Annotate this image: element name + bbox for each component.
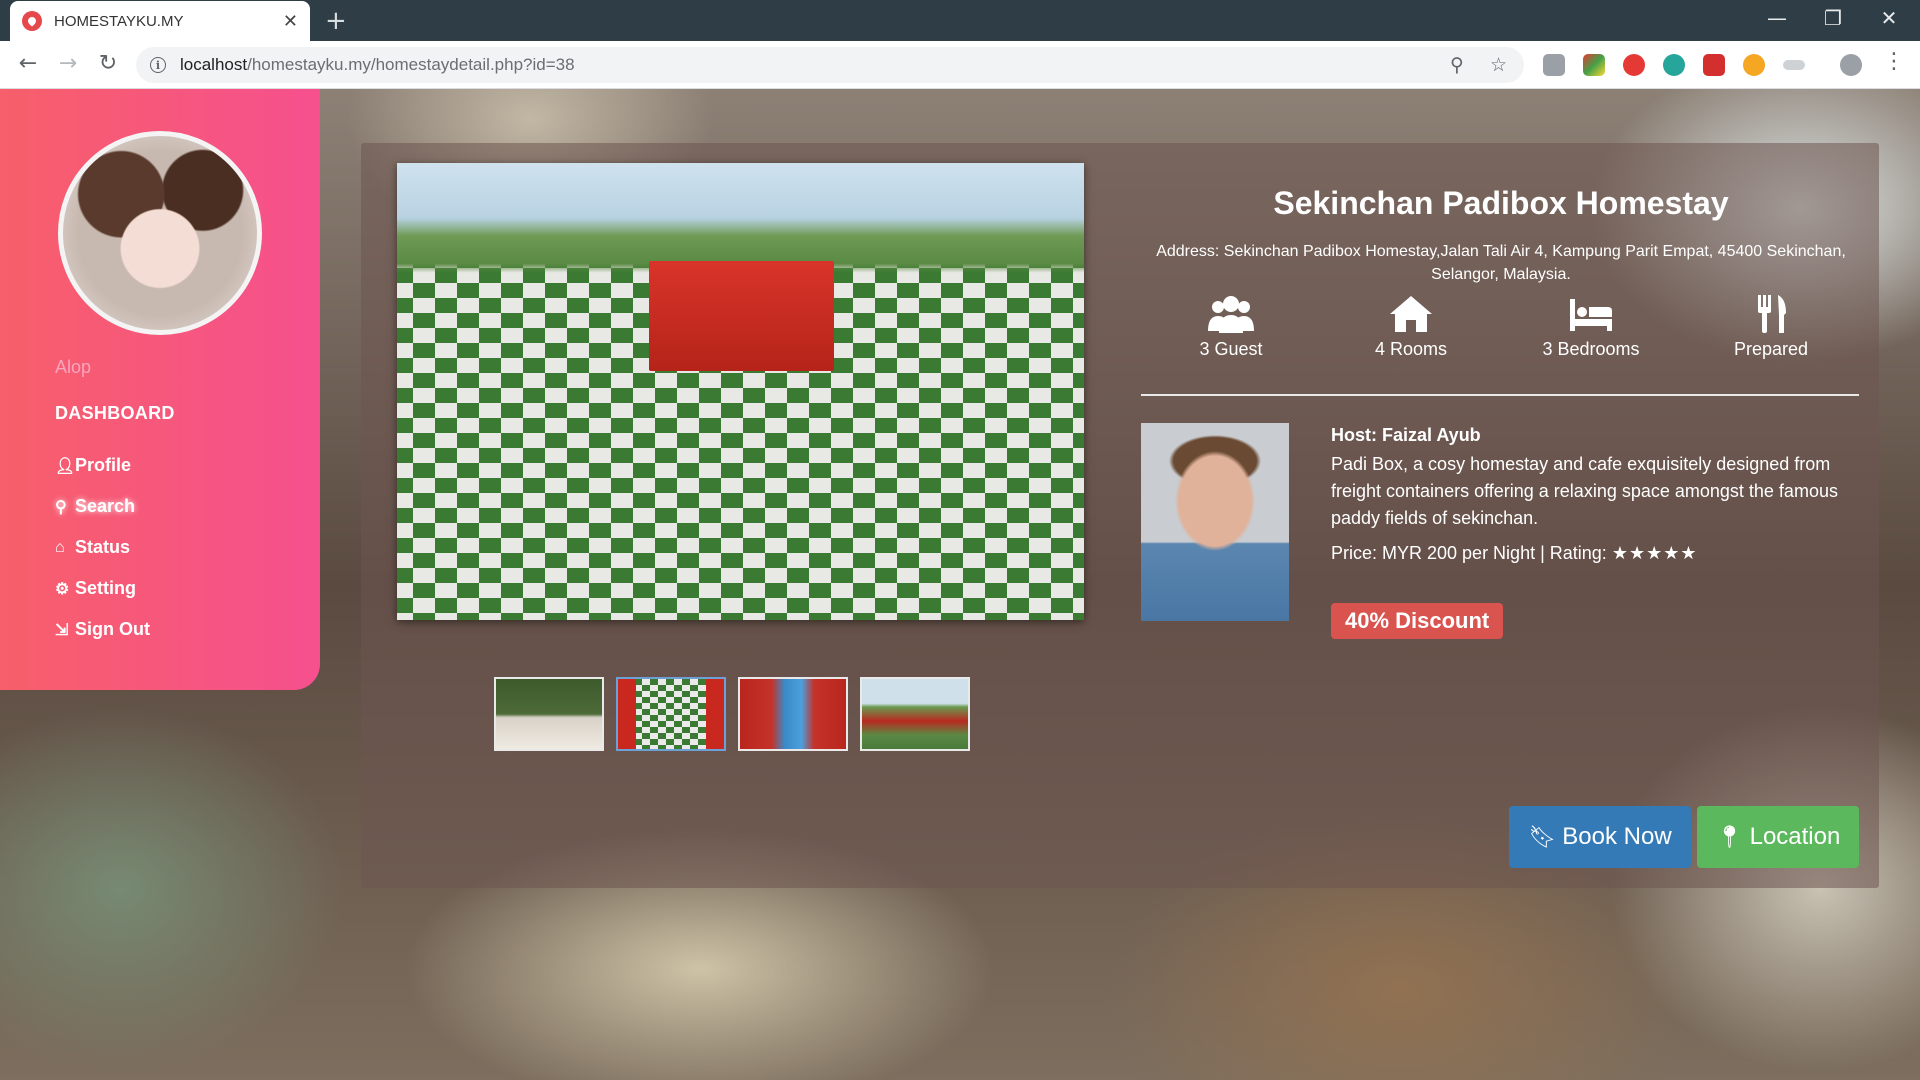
home-icon bbox=[1390, 296, 1432, 332]
profile-avatar-icon[interactable] bbox=[1840, 54, 1862, 76]
main-photo bbox=[397, 163, 1084, 620]
rating-stars-icon: ★★★★★ bbox=[1611, 543, 1698, 563]
extension-icon[interactable] bbox=[1783, 60, 1805, 70]
feature-label: Prepared bbox=[1733, 339, 1809, 359]
feature-bedrooms: 3 Bedrooms bbox=[1501, 293, 1681, 360]
homestay-detail-card: Sekinchan Padibox Homestay Address: Seki… bbox=[361, 143, 1879, 888]
zoom-icon[interactable]: ⚲ bbox=[1450, 54, 1464, 76]
feature-row: 3 Guest 4 Rooms 3 Bedrooms Prepared bbox=[1141, 293, 1861, 360]
bookmark-icon: 🔖︎ bbox=[1528, 824, 1557, 849]
url-path: /homestayku.my/homestaydetail.php?id=38 bbox=[247, 55, 575, 74]
sidebar-item-label: Sign Out bbox=[75, 619, 150, 639]
feature-label: 4 Rooms bbox=[1374, 339, 1448, 359]
gear-icon: ⚙ bbox=[55, 580, 70, 598]
info-icon[interactable]: i bbox=[150, 57, 166, 73]
minimize-icon[interactable]: — bbox=[1754, 6, 1800, 30]
extension-icon[interactable] bbox=[1743, 54, 1765, 76]
tab-title: HOMESTAYKU.MY bbox=[54, 12, 184, 30]
new-tab-icon[interactable]: + bbox=[325, 6, 347, 36]
homestay-description: Padi Box, a cosy homestay and cafe exqui… bbox=[1331, 454, 1838, 528]
book-now-button[interactable]: 🔖︎ Book Now bbox=[1509, 806, 1691, 868]
restore-icon[interactable]: ❐ bbox=[1810, 6, 1856, 30]
container-building-image bbox=[649, 261, 834, 371]
avatar bbox=[58, 131, 262, 335]
sidebar-item-profile[interactable]: 👤︎ Profile bbox=[55, 445, 150, 486]
close-tab-icon[interactable]: ✕ bbox=[283, 11, 298, 32]
divider bbox=[1141, 394, 1859, 396]
url-host: localhost bbox=[180, 55, 248, 74]
browser-toolbar: ← → ↻ i localhost/homestayku.my/homestay… bbox=[0, 41, 1920, 89]
sidebar-item-label: Profile bbox=[75, 455, 132, 475]
thumbnail[interactable] bbox=[494, 677, 604, 751]
browser-tab-bar: HOMESTAYKU.MY ✕ + — ❐ ✕ bbox=[0, 0, 1920, 41]
extension-icon[interactable] bbox=[1663, 54, 1685, 76]
search-icon: ⚲ bbox=[55, 498, 67, 516]
thumbnail[interactable] bbox=[738, 677, 848, 751]
location-label: Location bbox=[1749, 823, 1841, 850]
cutlery-icon bbox=[1758, 295, 1786, 333]
map-marker-icon: 📍︎ bbox=[1715, 824, 1744, 849]
thumbnail-strip bbox=[494, 677, 970, 751]
discount-badge: 40% Discount bbox=[1331, 603, 1504, 639]
home-icon: ⌂ bbox=[55, 538, 65, 556]
sidebar-item-status[interactable]: ⌂ Status bbox=[55, 527, 150, 568]
forward-icon[interactable]: → bbox=[54, 51, 82, 76]
user-name: Alop bbox=[55, 357, 92, 377]
feature-label: 3 Guest bbox=[1199, 339, 1263, 359]
feature-guests: 3 Guest bbox=[1141, 293, 1321, 360]
extension-icon[interactable] bbox=[1623, 54, 1645, 76]
sidebar-item-sign-out[interactable]: ⇲ Sign Out bbox=[55, 609, 150, 650]
feature-label: 3 Bedrooms bbox=[1542, 339, 1640, 359]
page-title: Sekinchan Padibox Homestay bbox=[1273, 185, 1729, 221]
close-window-icon[interactable]: ✕ bbox=[1866, 6, 1912, 30]
favicon-icon bbox=[22, 11, 42, 31]
sidebar-item-label: Status bbox=[75, 537, 131, 557]
address-text: Address: Sekinchan Padibox Homestay,Jala… bbox=[1156, 243, 1846, 283]
extension-icon[interactable] bbox=[1703, 54, 1725, 76]
host-name: Host: Faizal Ayub bbox=[1331, 425, 1481, 445]
bookmark-star-icon[interactable]: ☆ bbox=[1490, 54, 1507, 76]
sidebar: Alop DASHBOARD 👤︎ Profile ⚲ Search ⌂ Sta… bbox=[0, 89, 320, 690]
sidebar-item-label: Search bbox=[75, 496, 136, 516]
menu-kebab-icon[interactable]: ⋮ bbox=[1880, 49, 1908, 74]
price-text: Price: MYR 200 per Night | Rating: bbox=[1331, 543, 1607, 563]
sign-out-icon: ⇲ bbox=[55, 621, 69, 639]
price-rating: Price: MYR 200 per Night | Rating: ★★★★★ bbox=[1331, 543, 1698, 564]
page-background: Alop DASHBOARD 👤︎ Profile ⚲ Search ⌂ Sta… bbox=[0, 89, 1920, 1080]
user-icon: 👤︎ bbox=[55, 457, 76, 475]
thumbnail[interactable] bbox=[860, 677, 970, 751]
browser-tab[interactable]: HOMESTAYKU.MY ✕ bbox=[10, 1, 310, 41]
address-bar[interactable]: i localhost/homestayku.my/homestaydetail… bbox=[136, 47, 1524, 83]
reload-icon[interactable]: ↻ bbox=[94, 51, 122, 76]
bed-icon bbox=[1570, 299, 1612, 331]
sidebar-item-label: Setting bbox=[75, 578, 136, 598]
host-photo bbox=[1141, 423, 1289, 621]
extension-icon[interactable] bbox=[1583, 54, 1605, 76]
feature-meals: Prepared bbox=[1681, 293, 1861, 360]
location-button[interactable]: 📍︎ Location bbox=[1697, 806, 1859, 868]
book-now-label: Book Now bbox=[1562, 823, 1672, 850]
feature-rooms: 4 Rooms bbox=[1321, 293, 1501, 360]
sidebar-item-setting[interactable]: ⚙ Setting bbox=[55, 568, 150, 609]
back-icon[interactable]: ← bbox=[14, 51, 42, 76]
sidebar-menu: 👤︎ Profile ⚲ Search ⌂ Status ⚙ Setting ⇲… bbox=[55, 445, 150, 650]
users-icon bbox=[1208, 296, 1254, 333]
extension-icon[interactable] bbox=[1543, 54, 1565, 76]
dashboard-link[interactable]: DASHBOARD bbox=[55, 403, 175, 424]
sidebar-item-search[interactable]: ⚲ Search bbox=[55, 486, 150, 527]
thumbnail-selected[interactable] bbox=[616, 677, 726, 751]
